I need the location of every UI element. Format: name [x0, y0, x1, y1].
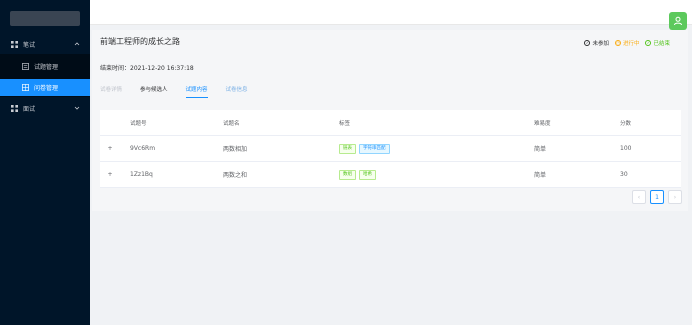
clock-icon: ◷ — [614, 40, 621, 46]
menu-item-written-test[interactable]: 笔试 — [0, 36, 90, 53]
tag: 哈希 — [359, 169, 376, 180]
column-header: 试题号 — [130, 120, 147, 127]
tab-exam-info[interactable]: 试卷信息 — [226, 85, 248, 98]
table-row[interactable]: + 9Vc6Rm 两数相加 链表 字符串匹配 简单 100 — [100, 136, 681, 162]
table-row[interactable]: + 1Zz1Bq 两数之和 数组 哈希 简单 30 — [100, 162, 681, 188]
column-header: 标签 — [339, 120, 351, 127]
table-header-row: 试题号 试题名 标签 难易度 分数 — [100, 110, 681, 136]
tab-question-content[interactable]: 试题内容 — [185, 85, 208, 98]
status-in-progress: ◷ 进行中 — [614, 39, 640, 47]
table-icon — [21, 84, 29, 92]
user-avatar[interactable] — [669, 12, 687, 30]
pagination: ‹ 1 › — [632, 190, 682, 204]
question-score: 100 — [620, 145, 632, 152]
sidebar: 笔试 试题管理 问卷管理 面试 — [0, 0, 90, 325]
submenu-item-label: 试题管理 — [34, 64, 59, 71]
status-finished: ✓ 已结束 — [645, 39, 670, 47]
tag: 链表 — [339, 143, 356, 154]
tag: 字符串匹配 — [359, 143, 390, 154]
expand-icon[interactable]: + — [100, 171, 120, 178]
question-name: 两数相加 — [223, 146, 248, 153]
grid-icon — [10, 105, 18, 113]
status-label: 进行中 — [622, 41, 640, 47]
user-icon — [674, 16, 682, 26]
tab-bar: 试卷详情 参与候选人 试题内容 试卷信息 — [100, 85, 266, 98]
column-header: 试题名 — [223, 120, 240, 127]
question-id: 9Vc6Rm — [130, 145, 156, 152]
tab-exam-details[interactable]: 试卷详情 — [100, 85, 122, 98]
status-label: 已结束 — [653, 41, 670, 47]
menu-item-interview[interactable]: 面试 — [0, 100, 90, 117]
exam-detail-card: 前端工程师的成长之路 ✓ 未参加 ◷ 进行中 ✓ 已结束 结束时间：2021-1… — [92, 30, 688, 211]
question-id: 1Zz1Bq — [130, 171, 153, 178]
tab-candidates[interactable]: 参与候选人 — [140, 85, 168, 98]
chevron-up-icon — [74, 42, 80, 46]
logo-placeholder — [10, 11, 80, 26]
expand-icon[interactable]: + — [100, 145, 120, 152]
column-header: 难易度 — [534, 120, 551, 127]
menu-item-label: 笔试 — [23, 42, 36, 49]
question-name: 两数之和 — [223, 172, 248, 179]
questions-table: 试题号 试题名 标签 难易度 分数 + 9Vc6Rm 两数相加 链表 字符串匹配… — [100, 110, 681, 188]
menu-item-label: 面试 — [23, 106, 36, 113]
check-circle-icon: ✓ — [645, 40, 652, 46]
prev-page-button[interactable]: ‹ — [632, 190, 646, 204]
end-time: 结束时间：2021-12-20 16:37:18 — [100, 65, 194, 72]
next-page-button[interactable]: › — [668, 190, 682, 204]
status-not-started: ✓ 未参加 — [584, 39, 609, 47]
submenu-item-label: 问卷管理 — [34, 85, 59, 92]
grid-icon — [10, 41, 18, 49]
question-difficulty: 简单 — [534, 146, 547, 153]
check-circle-icon: ✓ — [584, 40, 591, 46]
submenu-item-question-management[interactable]: 试题管理 — [0, 58, 90, 75]
tag: 数组 — [339, 169, 356, 180]
submenu-item-questionnaire-management[interactable]: 问卷管理 — [0, 79, 90, 96]
status-legend: ✓ 未参加 ◷ 进行中 ✓ 已结束 — [584, 39, 670, 47]
question-score: 30 — [620, 171, 628, 178]
question-tags: 数组 哈希 — [329, 169, 524, 180]
top-header — [90, 0, 692, 30]
chevron-down-icon — [74, 106, 80, 110]
question-tags: 链表 字符串匹配 — [329, 143, 524, 154]
page-number-button[interactable]: 1 — [650, 190, 664, 204]
page-title: 前端工程师的成长之路 — [100, 37, 180, 46]
question-difficulty: 简单 — [534, 172, 547, 179]
list-icon — [21, 63, 29, 71]
status-label: 未参加 — [592, 41, 609, 47]
column-header: 分数 — [620, 120, 632, 127]
